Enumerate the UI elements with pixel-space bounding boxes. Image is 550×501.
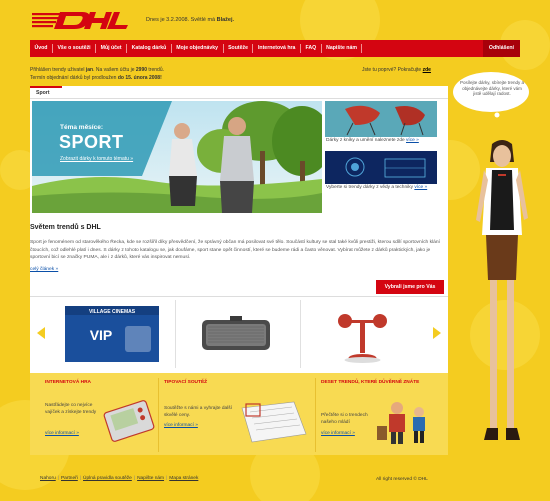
guide-figure — [476, 140, 528, 440]
science-caption: Vyberte si trendy dárky z vědy a technik… — [326, 185, 444, 191]
footer-link-contact[interactable]: Napište nám — [137, 476, 164, 481]
hero-title: SPORT — [59, 132, 124, 152]
footer-separator: | — [57, 476, 59, 481]
science-more-link[interactable]: více » — [414, 185, 427, 190]
nav-item-catalog[interactable]: Katalog dárků — [127, 44, 172, 53]
greeting-name: Blažej. — [216, 17, 235, 23]
deadline-date: do 15. února 2008! — [117, 74, 162, 81]
promo-trends-link[interactable]: více informací » — [321, 431, 355, 436]
first-visit-text: Jste tu poprvé? Pokračujte — [362, 67, 423, 73]
game-device-image[interactable] — [103, 400, 155, 442]
main-nav: Úvod Vše o soutěži Můj účet Katalog dárk… — [30, 40, 520, 57]
section-title: Světem trendů s DHL — [30, 224, 101, 231]
promo-divider — [158, 378, 159, 452]
nav-item-home[interactable]: Úvod — [30, 44, 53, 53]
science-caption-text: Vyberte si trendy dárky z vědy a technik… — [326, 185, 414, 190]
greeting-prefix: Dnes je 3.2.2008. Světlé má — [146, 17, 217, 23]
promo-tipping-title: TIPOVACÍ SOUTĚŽ — [164, 380, 208, 385]
science-image[interactable] — [325, 151, 437, 184]
footer-separator: | — [79, 476, 82, 481]
nav-item-account[interactable]: Můj účet — [96, 44, 128, 53]
nav-item-about[interactable]: Vše o soutěži — [53, 44, 97, 53]
dumbbell-product[interactable] — [335, 306, 390, 364]
cinema-brand: VILLAGE CINEMAS — [89, 309, 136, 315]
promo-trends-title: DESET TRENDŮ, KTERÉ DŮVĚRNĚ ZNÁTE — [321, 380, 420, 385]
first-visit: Jste tu poprvé? Pokračujte zde — [362, 67, 431, 73]
vip-label: VIP — [90, 327, 113, 343]
tab-divider — [30, 98, 448, 99]
nav-item-contact[interactable]: Napište nám — [322, 44, 363, 53]
greeting: Dnes je 3.2.2008. Světlé má Blažej. — [146, 17, 234, 23]
nav-item-game[interactable]: Internetová hra — [253, 44, 301, 53]
carousel-prev-arrow-icon[interactable] — [37, 327, 45, 339]
trends-figures-image[interactable] — [375, 396, 435, 446]
speech-text: Posílejte dárky, sbírejte trendy a objed… — [460, 80, 524, 96]
carousel-divider — [175, 300, 176, 368]
promo-trends-text: Přečtěte si o trendech našeho mládí — [321, 413, 368, 425]
carousel-next-arrow-icon[interactable] — [433, 327, 441, 339]
hero-link[interactable]: Zobrazit dárky k tomuto tématu » — [60, 156, 133, 162]
first-visit-link[interactable]: zde — [423, 67, 431, 73]
tab-sport[interactable]: Sport — [30, 86, 62, 98]
status-text: trendů. — [147, 67, 164, 73]
art-more-link[interactable]: více » — [406, 138, 419, 143]
footer-link-top[interactable]: Nahoru — [40, 476, 56, 481]
status-text: . Na vašem účtu je — [93, 67, 136, 73]
art-caption: Dárky z kníky a umění naleznete zde více… — [326, 138, 444, 144]
footer-link-sitemap[interactable]: Mapa stránek — [169, 476, 198, 481]
footer-separator: | — [133, 476, 136, 481]
footer-separator: | — [166, 476, 168, 481]
footer-links: Nahoru | Partneři | Úplná pravidla soutěže | N… — [40, 476, 198, 481]
promo-tipping-link[interactable]: více informací » — [164, 423, 198, 428]
user-status: Přihlášen trendy uživatel jan. Na vašem … — [30, 67, 280, 82]
deadline-text: Termín objednání dárků byl prodloužen — [30, 74, 118, 81]
art-caption-text: Dárky z kníky a umění naleznete zde — [326, 138, 405, 143]
copyright: All right reserved © DHL — [376, 477, 428, 482]
nav-item-orders[interactable]: Moje objednávky — [172, 44, 224, 53]
promo-game-text: Nastřádejte co nejvíce vajíček a získejt… — [45, 403, 97, 415]
hero-subtitle: Téma měsíce: — [60, 124, 103, 131]
cinema-voucher-product[interactable]: VILLAGE CINEMAS VIP — [65, 306, 159, 362]
promo-game-link[interactable]: více informací » — [45, 431, 79, 436]
art-chair-image[interactable] — [325, 101, 437, 137]
status-text: Přihlášen trendy uživatel — [30, 67, 86, 73]
section-text: Sport je fenoménem od starověkého Řecka,… — [30, 240, 440, 260]
radio-product[interactable] — [200, 314, 272, 354]
nav-item-faq[interactable]: FAQ — [301, 44, 322, 53]
promo-game-title: INTERNETOVÁ HRA — [45, 380, 92, 385]
picked-for-you-button[interactable]: Vybrali jsme pro Vás — [376, 280, 444, 294]
promo-divider — [315, 378, 316, 452]
footer-link-partners[interactable]: Partneři — [61, 476, 78, 481]
logout-button[interactable]: Odhlášení — [482, 40, 520, 57]
section-more-link[interactable]: celý článek » — [30, 267, 58, 272]
carousel-divider — [300, 300, 301, 368]
dhl-logo[interactable] — [32, 9, 136, 33]
promo-tipping-text: Soutěžte s námi a vyhrajte další skvělé … — [164, 406, 232, 418]
points-count: 2990 — [135, 67, 148, 73]
tipping-image[interactable] — [236, 400, 310, 444]
footer-link-rules[interactable]: Úplná pravidla soutěže — [83, 476, 132, 481]
nav-item-contests[interactable]: Soutěže — [224, 44, 254, 53]
